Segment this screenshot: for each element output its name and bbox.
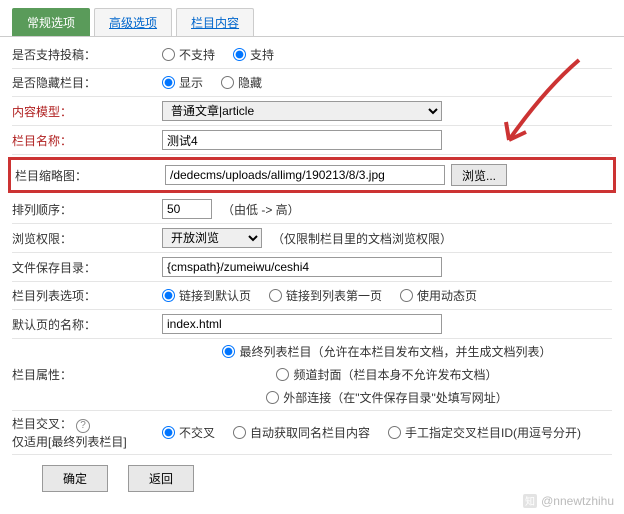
label-hidden: 是否隐藏栏目： <box>12 74 162 91</box>
tab-content-link[interactable]: 栏目内容 <box>191 16 239 30</box>
radio-attr-list[interactable]: 最终列表栏目（允许在本栏目发布文档，并生成文档列表） <box>222 343 551 360</box>
radio-listopt-first[interactable]: 链接到列表第一页 <box>269 287 382 304</box>
input-savepath[interactable] <box>162 257 442 277</box>
label-perm: 浏览权限： <box>12 230 162 247</box>
hint-perm: （仅限制栏目里的文档浏览权限） <box>272 230 452 247</box>
radio-cross-manual[interactable]: 手工指定交叉栏目ID(用逗号分开) <box>388 424 581 441</box>
radio-show[interactable]: 显示 <box>162 74 203 91</box>
back-button[interactable]: 返回 <box>128 465 194 492</box>
label-name: 栏目名称： <box>12 132 162 149</box>
tab-general[interactable]: 常规选项 <box>12 8 90 36</box>
radio-attr-external[interactable]: 外部连接（在"文件保存目录"处填写网址） <box>266 389 508 406</box>
form-body: 是否支持投稿： 不支持 支持 是否隐藏栏目： 显示 隐藏 内容模型： 普通文章|… <box>0 37 624 514</box>
tab-content[interactable]: 栏目内容 <box>176 8 254 36</box>
ok-button[interactable]: 确定 <box>42 465 108 492</box>
label-cross: 栏目交叉：? 仅适用[最终列表栏目] <box>12 415 162 450</box>
select-model[interactable]: 普通文章|article <box>162 101 442 121</box>
help-icon[interactable]: ? <box>76 419 90 433</box>
watermark: 知 @nnewtzhihu <box>523 494 614 508</box>
label-order: 排列顺序： <box>12 201 162 218</box>
footer-buttons: 确定 返回 <box>12 455 612 502</box>
input-name[interactable] <box>162 130 442 150</box>
label-cross-sub: 仅适用[最终列表栏目] <box>12 435 127 449</box>
svg-text:知: 知 <box>525 495 535 508</box>
input-thumb[interactable] <box>165 165 445 185</box>
tab-advanced[interactable]: 高级选项 <box>94 8 172 36</box>
radio-cross-none[interactable]: 不交叉 <box>162 424 215 441</box>
radio-submit-no[interactable]: 不支持 <box>162 46 215 63</box>
browse-button[interactable]: 浏览... <box>451 164 507 186</box>
input-order[interactable] <box>162 199 212 219</box>
label-thumb: 栏目缩略图： <box>15 167 165 184</box>
radio-submit-yes[interactable]: 支持 <box>233 46 274 63</box>
input-default[interactable] <box>162 314 442 334</box>
label-default: 默认页的名称： <box>12 316 162 333</box>
tab-bar: 常规选项 高级选项 栏目内容 <box>0 0 624 37</box>
radio-hide[interactable]: 隐藏 <box>221 74 262 91</box>
label-savepath: 文件保存目录： <box>12 259 162 276</box>
zhihu-icon: 知 <box>523 494 537 508</box>
label-model: 内容模型： <box>12 103 162 120</box>
label-listopt: 栏目列表选项： <box>12 287 162 304</box>
label-submit: 是否支持投稿： <box>12 46 162 63</box>
hint-order: （由低 -> 高） <box>222 201 300 218</box>
radio-attr-cover[interactable]: 频道封面（栏目本身不允许发布文档） <box>276 366 497 383</box>
select-perm[interactable]: 开放浏览 <box>162 228 262 248</box>
label-attr: 栏目属性： <box>12 366 162 383</box>
radio-listopt-default[interactable]: 链接到默认页 <box>162 287 251 304</box>
tab-advanced-link[interactable]: 高级选项 <box>109 16 157 30</box>
row-thumbnail-highlighted: 栏目缩略图： 浏览... <box>8 157 616 193</box>
radio-cross-auto[interactable]: 自动获取同名栏目内容 <box>233 424 370 441</box>
radio-listopt-dynamic[interactable]: 使用动态页 <box>400 287 477 304</box>
